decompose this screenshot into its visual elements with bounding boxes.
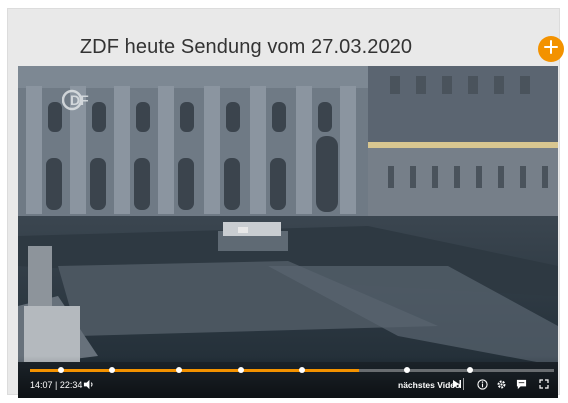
volume-icon[interactable] bbox=[82, 378, 94, 390]
progress-fill bbox=[30, 369, 359, 372]
time-display: 14:07 | 22:34 bbox=[30, 380, 83, 390]
video-frame bbox=[18, 66, 558, 398]
settings-icon[interactable] bbox=[495, 378, 507, 390]
plus-icon bbox=[544, 39, 558, 59]
progress-bar[interactable] bbox=[30, 367, 554, 373]
chapter-marker[interactable] bbox=[238, 367, 245, 373]
chapter-marker[interactable] bbox=[467, 367, 474, 373]
fullscreen-icon[interactable] bbox=[538, 378, 550, 390]
video-player[interactable]: DF 14:07 | 22:34 nächstes Video bbox=[18, 66, 558, 398]
chapter-marker[interactable] bbox=[175, 367, 182, 373]
chapter-marker[interactable] bbox=[109, 367, 116, 373]
add-button[interactable] bbox=[538, 36, 564, 62]
subtitles-icon[interactable] bbox=[515, 378, 527, 390]
chapter-marker[interactable] bbox=[58, 367, 65, 373]
controls-separator bbox=[463, 378, 464, 390]
zdf-logo: DF bbox=[62, 89, 89, 111]
chapter-marker[interactable] bbox=[404, 367, 411, 373]
video-title: ZDF heute Sendung vom 27.03.2020 bbox=[79, 36, 413, 58]
chapter-marker[interactable] bbox=[299, 367, 306, 373]
player-controls: 14:07 | 22:34 nächstes Video bbox=[18, 356, 558, 398]
svg-text:DF: DF bbox=[70, 92, 89, 108]
skip-next-icon[interactable] bbox=[451, 378, 463, 390]
info-icon[interactable] bbox=[476, 378, 488, 390]
